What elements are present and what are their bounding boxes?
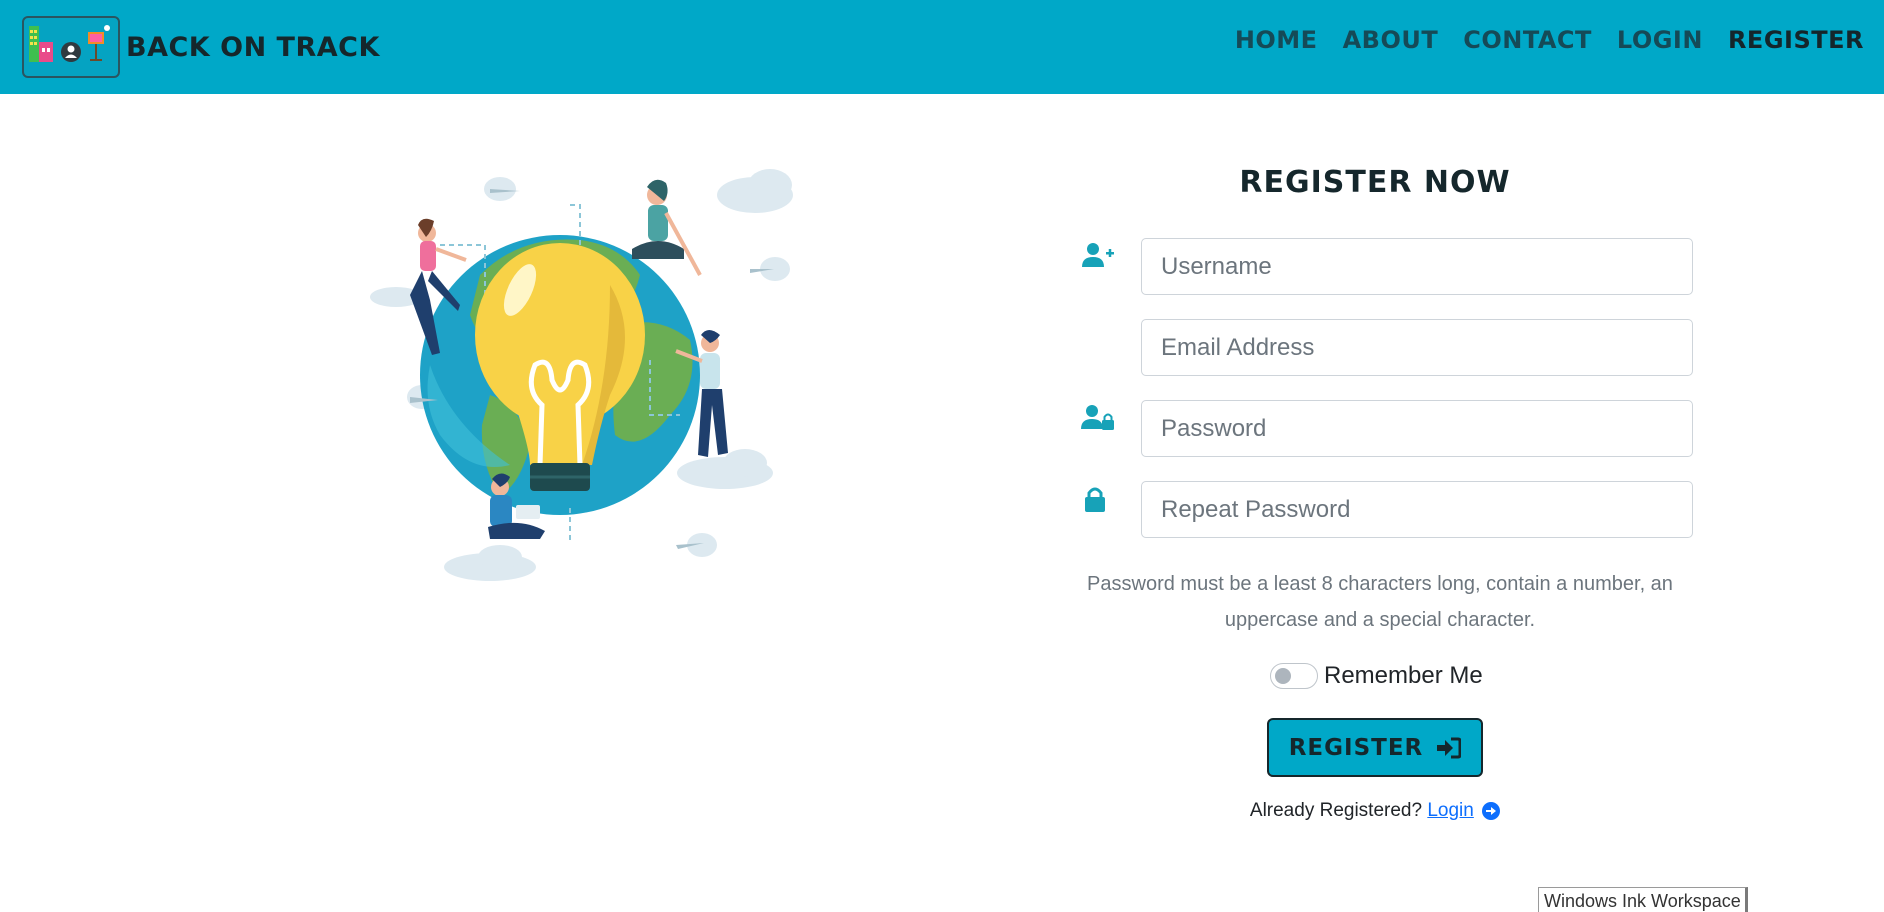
register-button-label: Register — [1288, 734, 1424, 761]
remember-me-label: Remember Me — [1324, 662, 1483, 689]
brand[interactable]: Back On Track — [22, 16, 380, 78]
nav-about-link[interactable]: About — [1343, 26, 1439, 54]
user-lock-icon — [1080, 402, 1116, 438]
already-registered: Already Registered? Login — [1050, 800, 1700, 822]
brand-name: Back On Track — [126, 31, 380, 63]
arrow-circle-right-icon[interactable] — [1482, 801, 1501, 820]
form-title: Register Now — [1239, 165, 1511, 200]
remember-me-toggle[interactable] — [1270, 663, 1318, 689]
remember-me: Remember Me — [1270, 662, 1483, 690]
nav-login-link[interactable]: Login — [1617, 26, 1703, 54]
username-input[interactable] — [1141, 238, 1693, 295]
login-link[interactable]: Login — [1427, 800, 1474, 821]
nav-menu: Home About Contact Login Register — [1210, 26, 1864, 54]
nav-home-link[interactable]: Home — [1235, 26, 1318, 54]
brand-logo — [22, 16, 120, 78]
hero-illustration — [370, 165, 810, 595]
password-input[interactable] — [1141, 400, 1693, 457]
email-input[interactable] — [1141, 319, 1693, 376]
nav-contact-link[interactable]: Contact — [1463, 26, 1592, 54]
nav-register-link[interactable]: Register — [1728, 26, 1864, 54]
lock-icon — [1080, 484, 1116, 520]
user-plus-icon — [1080, 240, 1116, 276]
repeat-password-input[interactable] — [1141, 481, 1693, 538]
navbar: Back On Track Home About Contact Login R… — [0, 0, 1884, 94]
windows-ink-workspace-tooltip: Windows Ink Workspace — [1538, 887, 1748, 912]
register-button[interactable]: Register — [1267, 718, 1483, 777]
already-registered-text: Already Registered? — [1249, 800, 1423, 821]
password-hint: Password must be a least 8 characters lo… — [1087, 573, 1673, 631]
sign-in-icon — [1437, 737, 1462, 758]
